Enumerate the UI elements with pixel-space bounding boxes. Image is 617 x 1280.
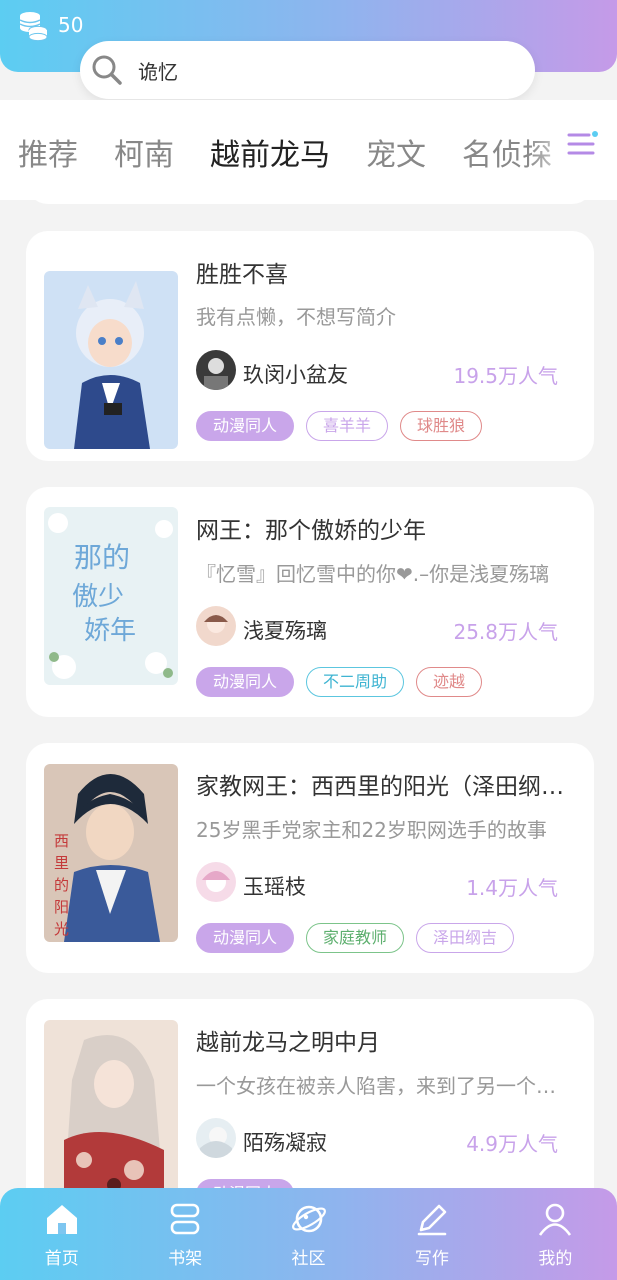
book-cover[interactable]: 西 里 的 阳 光: [44, 764, 178, 942]
popularity-count: 4.9万人气: [466, 1132, 558, 1156]
category-menu-icon[interactable]: [565, 126, 601, 162]
nav-label: 写作: [414, 1249, 449, 1269]
user-icon: [539, 1203, 572, 1236]
author-avatar[interactable]: [196, 862, 236, 902]
tab-echizen-ryoma[interactable]: 越前龙马: [210, 130, 330, 174]
tag-chip[interactable]: 家庭教师: [306, 923, 405, 953]
book-description: 『忆雪』回忆雪中的你❤.–你是浅夏殇璃: [196, 562, 550, 586]
book-card[interactable]: 胜胜不喜 我有点懒，不想写简介 玖闵小盆友 19.5万人气 动漫同人 喜羊羊 球…: [26, 231, 594, 461]
bookshelf-icon: [170, 1203, 200, 1235]
planet-icon: [291, 1205, 326, 1233]
popularity-count: 19.5万人气: [453, 364, 558, 388]
author-name[interactable]: 玖闵小盆友: [243, 359, 348, 389]
svg-text:阳: 阳: [54, 898, 69, 916]
author-name[interactable]: 玉瑶枝: [243, 871, 306, 901]
popularity-count: 1.4万人气: [466, 876, 558, 900]
book-description: 25岁黑手党家主和22岁职网选手的故事: [196, 818, 547, 842]
book-title[interactable]: 越前龙马之明中月: [196, 1023, 566, 1057]
tag-chip[interactable]: 迹越: [416, 667, 483, 697]
nav-label: 首页: [44, 1249, 79, 1269]
author-name[interactable]: 陌殇凝寂: [243, 1127, 327, 1157]
book-title[interactable]: 家教网王：西西里的阳光（泽田纲吉）: [196, 767, 566, 801]
svg-text:西: 西: [54, 832, 69, 850]
nav-home[interactable]: 首页: [0, 1188, 123, 1280]
nav-community[interactable]: 社区: [247, 1188, 370, 1280]
book-title[interactable]: 网王：那个傲娇的少年: [196, 511, 566, 545]
tag-list: 动漫同人 喜羊羊 球胜狼: [196, 411, 483, 441]
nav-write[interactable]: 写作: [370, 1188, 493, 1280]
tag-chip[interactable]: 泽田纲吉: [416, 923, 515, 953]
svg-text:那的: 那的: [74, 541, 130, 574]
nav-bookshelf[interactable]: 书架: [123, 1188, 246, 1280]
bottom-navigation: 首页 书架 社区 写作 我的: [0, 1188, 617, 1280]
tab-recommend[interactable]: 推荐: [18, 130, 78, 174]
author-name[interactable]: 浅夏殇璃: [243, 615, 327, 645]
nav-label: 我的: [538, 1249, 573, 1269]
author-avatar[interactable]: [196, 606, 236, 646]
search-input[interactable]: [138, 58, 498, 82]
book-card[interactable]: 西 里 的 阳 光 家教网王：西西里的阳光（泽田纲吉） 25岁黑手党家主和22岁…: [26, 743, 594, 973]
coin-balance[interactable]: 50: [16, 8, 83, 42]
book-cover[interactable]: 那的 傲少 娇年: [44, 507, 178, 685]
tag-list: 动漫同人 不二周助 迹越: [196, 667, 483, 697]
coins-icon: [19, 12, 48, 42]
pen-icon: [417, 1204, 447, 1236]
svg-text:光: 光: [54, 920, 69, 938]
tag-chip[interactable]: 不二周助: [306, 667, 405, 697]
book-description: 我有点懒，不想写简介: [196, 305, 396, 329]
book-description: 一个女孩在被亲人陷害，来到了另一个世界: [196, 1074, 566, 1098]
svg-text:傲少: 傲少: [72, 582, 124, 612]
tag-chip[interactable]: 喜羊羊: [306, 411, 389, 441]
book-title[interactable]: 胜胜不喜: [196, 255, 566, 289]
book-cover[interactable]: [44, 1020, 178, 1198]
author-avatar[interactable]: [196, 350, 236, 390]
tag-list: 动漫同人 家庭教师 泽田纲吉: [196, 923, 515, 953]
author-avatar[interactable]: [196, 1118, 236, 1158]
coin-count: 50: [58, 13, 84, 37]
nav-label: 书架: [168, 1249, 203, 1269]
previous-card-edge: [26, 180, 594, 204]
tag-chip[interactable]: 动漫同人: [196, 667, 295, 697]
search-bar[interactable]: [80, 41, 535, 99]
svg-text:娇年: 娇年: [84, 616, 136, 646]
svg-text:里: 里: [54, 854, 69, 872]
nav-label: 社区: [291, 1249, 326, 1269]
tab-pet-fiction[interactable]: 宠文: [366, 130, 426, 174]
popularity-count: 25.8万人气: [453, 620, 558, 644]
tag-chip[interactable]: 动漫同人: [196, 923, 295, 953]
search-icon: [92, 55, 122, 85]
book-card[interactable]: 那的 傲少 娇年 网王：那个傲娇的少年 『忆雪』回忆雪中的你❤.–你是浅夏殇璃 …: [26, 487, 594, 717]
tag-chip[interactable]: 球胜狼: [400, 411, 483, 441]
nav-profile[interactable]: 我的: [494, 1188, 617, 1280]
book-cover[interactable]: [44, 271, 178, 449]
home-icon: [46, 1205, 77, 1234]
tag-chip[interactable]: 动漫同人: [196, 411, 295, 441]
svg-text:的: 的: [54, 876, 69, 894]
tab-conan[interactable]: 柯南: [114, 130, 174, 174]
